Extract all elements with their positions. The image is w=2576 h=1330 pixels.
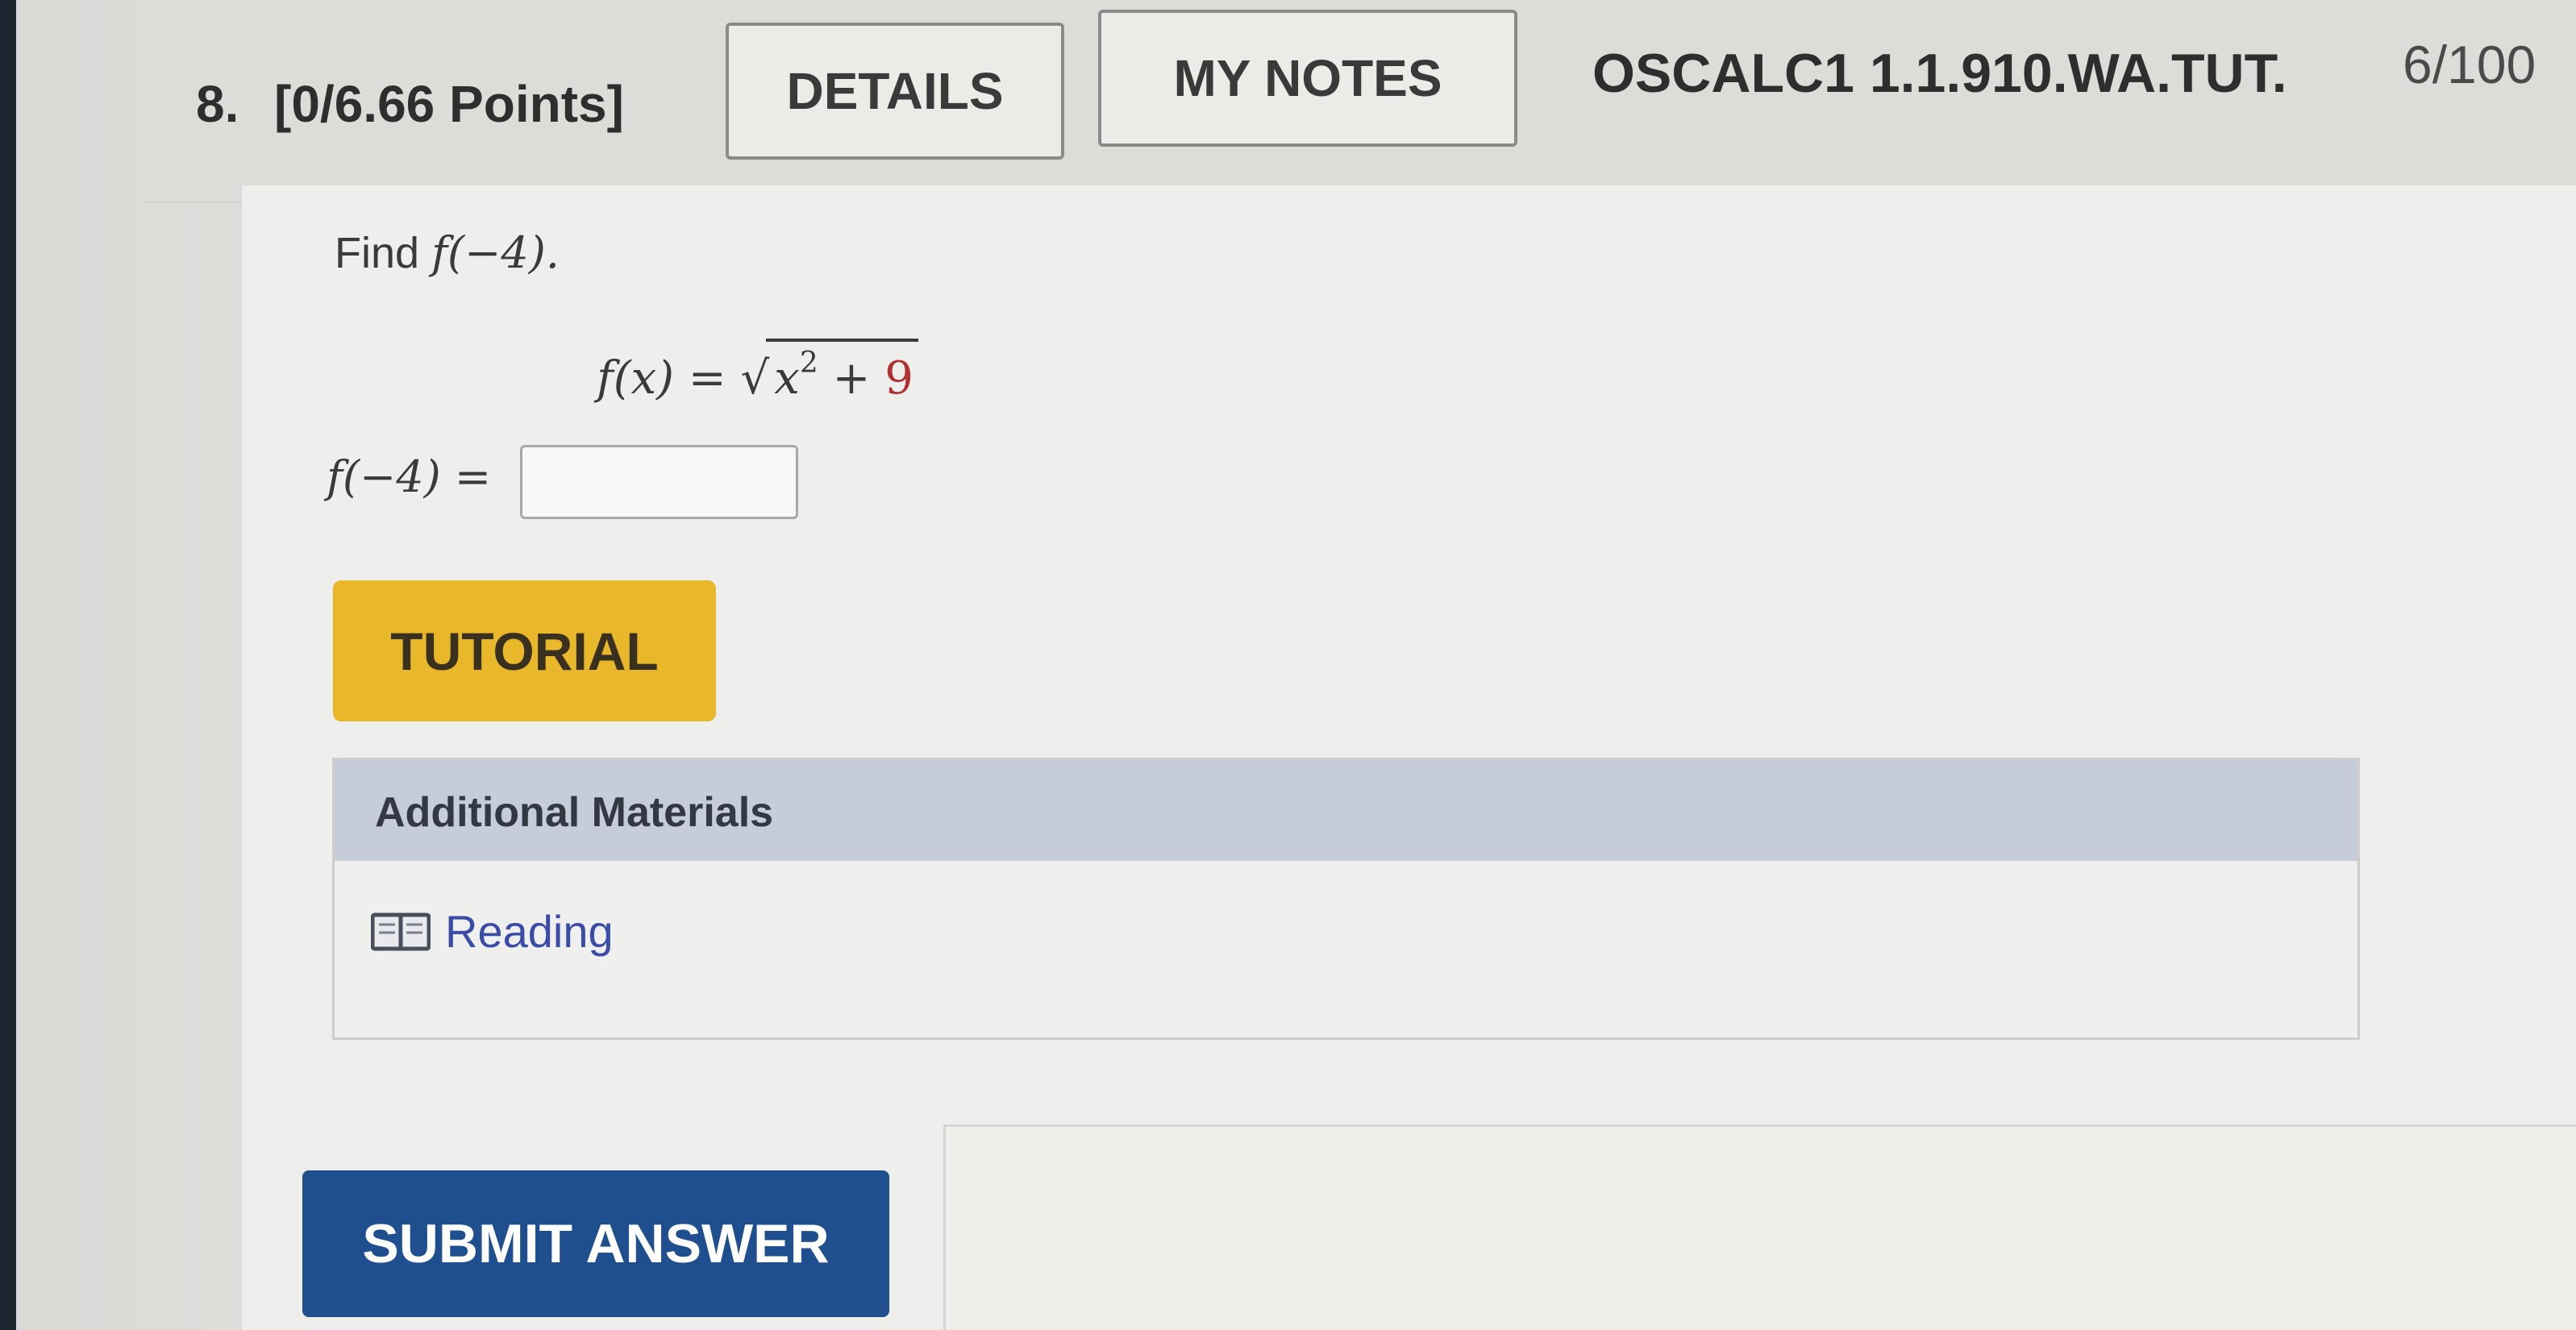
prompt-expression: f(−4). bbox=[431, 227, 560, 278]
problem-prompt: Find f(−4). bbox=[335, 227, 560, 278]
radicand-constant: 9 bbox=[884, 352, 913, 405]
radicand-exponent: 2 bbox=[799, 347, 818, 380]
question-points: [0/6.66 Points] bbox=[274, 75, 624, 133]
book-icon bbox=[371, 912, 431, 950]
question-number: 8. bbox=[196, 75, 239, 133]
additional-materials-title: Additional Materials bbox=[375, 789, 774, 836]
radicand-variable: x bbox=[774, 352, 800, 405]
answer-label-text: f(−4) = bbox=[327, 451, 492, 502]
my-notes-button[interactable]: MY NOTES bbox=[1098, 10, 1517, 147]
tutorial-button[interactable]: TUTORIAL bbox=[333, 580, 716, 721]
assignment-code: OSCALC1 1.1.910.WA.TUT. bbox=[1592, 43, 2287, 104]
feedback-area bbox=[943, 1124, 2576, 1330]
square-root: √ x2 + 9 bbox=[741, 339, 918, 405]
function-lhs: f(x) = bbox=[597, 352, 741, 405]
reading-link-label: Reading bbox=[445, 906, 614, 957]
radicand-plus: + bbox=[818, 352, 885, 405]
reading-link[interactable]: Reading bbox=[371, 905, 614, 958]
radical-sign-icon: √ bbox=[740, 352, 770, 405]
details-button[interactable]: DETAILS bbox=[726, 23, 1064, 160]
additional-materials-header: Additional Materials bbox=[335, 760, 2358, 861]
submit-answer-button[interactable]: SUBMIT ANSWER bbox=[302, 1170, 889, 1317]
screen-bezel bbox=[0, 0, 16, 1330]
function-definition: f(x) = √ x2 + 9 bbox=[597, 339, 918, 405]
radicand: x2 + 9 bbox=[766, 339, 918, 405]
additional-materials-panel: Additional Materials Reading bbox=[332, 758, 2360, 1040]
answer-input[interactable] bbox=[520, 445, 798, 519]
submission-count: 6/100 bbox=[2403, 35, 2536, 94]
prompt-prefix: Find bbox=[335, 229, 432, 277]
answer-label: f(−4) = bbox=[327, 451, 491, 502]
